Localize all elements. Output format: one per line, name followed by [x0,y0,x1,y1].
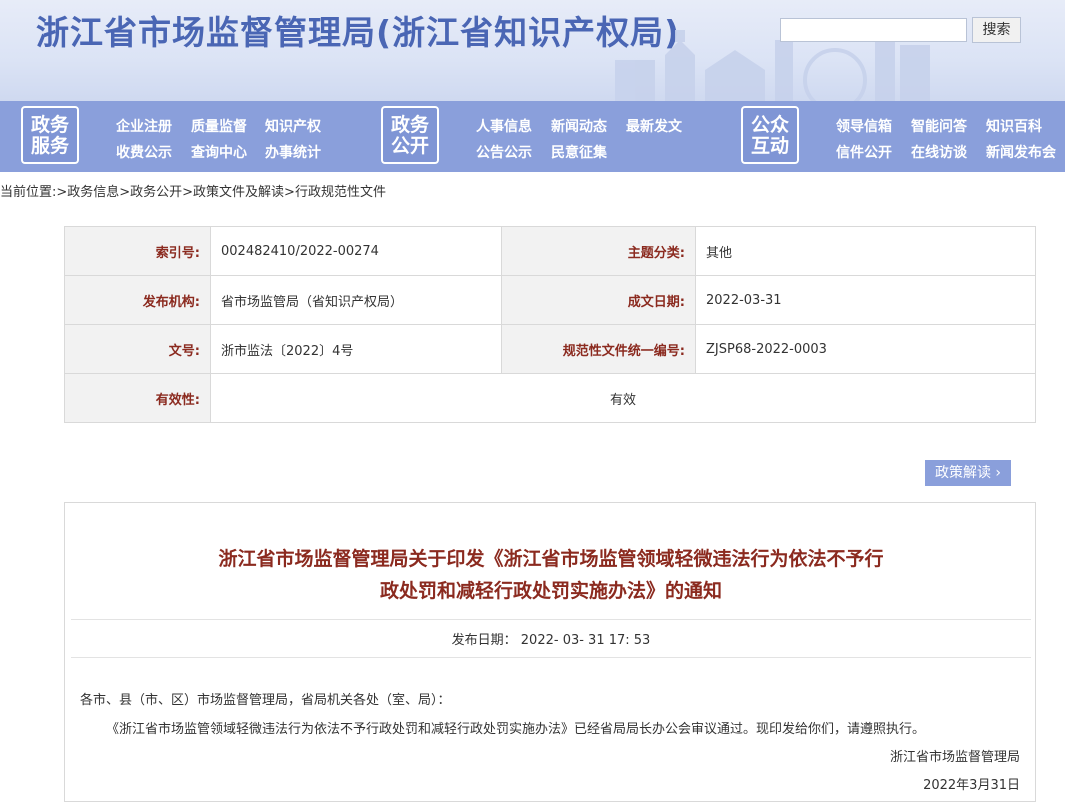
nav-link-quality-supervision[interactable]: 质量监督 [191,116,247,136]
nav-badge-services[interactable]: 政务 服务 [21,106,79,164]
document-info-table: 索引号: 002482410/2022-00274 主题分类: 其他 发布机构:… [64,226,1036,423]
article-title: 浙江省市场监督管理局关于印发《浙江省市场监管领域轻微违法行为依法不予行 政处罚和… [65,543,1037,607]
divider [71,619,1031,620]
nav-link-letters[interactable]: 信件公开 [836,142,892,162]
policy-interpretation-label: 政策解读 [934,465,991,481]
breadcrumb[interactable]: 当前位置:>政务信息>政务公开>政策文件及解读>行政规范性文件 [0,181,386,200]
nav-badge-interaction[interactable]: 公众 互动 [741,106,799,164]
nav-link-fee-disclosure[interactable]: 收费公示 [116,142,172,162]
nav-link-announcements[interactable]: 公告公示 [476,142,532,162]
search-input[interactable] [780,18,967,42]
article-sign-date: 2022年3月31日 [923,778,1020,793]
nav-link-smart-qa[interactable]: 智能问答 [911,116,967,136]
validity-value: 有效 [211,374,1035,422]
docno-label: 文号: [65,325,211,374]
nav-link-news[interactable]: 新闻动态 [551,116,607,136]
nav-link-knowledge[interactable]: 知识百科 [986,116,1042,136]
chevron-right-icon: › [995,465,1002,481]
nav-link-public-opinion[interactable]: 民意征集 [551,142,607,162]
badge-line: 政务 [30,114,69,136]
badge-line: 政务 [390,114,429,136]
policy-interpretation-button[interactable]: 政策解读 › [925,460,1011,486]
skyline-illustration [615,20,930,101]
nav-link-interviews[interactable]: 在线访谈 [911,142,967,162]
article-salutation: 各市、县（市、区）市场监督管理局，省局机关各处（室、局）： [80,693,451,708]
topic-value: 其他 [696,227,1035,276]
article-signature: 浙江省市场监督管理局 [889,750,1020,765]
org-value: 省市场监管局（省知识产权局） [211,276,502,325]
nav-link-personnel[interactable]: 人事信息 [476,116,532,136]
badge-line: 公众 [750,114,789,136]
index-value: 002482410/2022-00274 [211,227,502,276]
article-panel: 浙江省市场监督管理局关于印发《浙江省市场监管领域轻微违法行为依法不予行 政处罚和… [64,502,1036,802]
date-label: 成文日期: [502,276,696,325]
site-header: 浙江省市场监督管理局(浙江省知识产权局) 搜索 [0,0,1065,101]
badge-line: 互动 [750,135,789,157]
validity-label: 有效性: [65,374,211,422]
badge-line: 公开 [390,135,429,157]
code-label: 规范性文件统一编号: [502,325,696,374]
divider [71,657,1031,658]
nav-badge-disclosure[interactable]: 政务 公开 [381,106,439,164]
article-title-line: 浙江省市场监督管理局关于印发《浙江省市场监管领域轻微违法行为依法不予行 [218,548,884,570]
article-paragraph: 《浙江省市场监管领域轻微违法行为依法不予行政处罚和减轻行政处罚实施办法》已经省局… [106,722,926,737]
topic-label: 主题分类: [502,227,696,276]
index-label: 索引号: [65,227,211,276]
site-title: 浙江省市场监督管理局(浙江省知识产权局) [36,13,681,52]
code-value: ZJSP68-2022-0003 [696,325,1035,374]
search-button[interactable]: 搜索 [972,17,1021,43]
nav-link-service-stats[interactable]: 办事统计 [265,142,321,162]
nav-link-query-center[interactable]: 查询中心 [191,142,247,162]
badge-line: 服务 [30,135,69,157]
nav-link-enterprise-registration[interactable]: 企业注册 [116,116,172,136]
publish-date: 发布日期： 2022- 03- 31 17: 53 [451,633,651,648]
org-label: 发布机构: [65,276,211,325]
nav-link-press-conference[interactable]: 新闻发布会 [986,142,1056,162]
nav-link-latest-docs[interactable]: 最新发文 [626,116,682,136]
docno-value: 浙市监法〔2022〕4号 [211,325,502,374]
main-nav: 政务 服务 企业注册 质量监督 知识产权 收费公示 查询中心 办事统计 政务 公… [0,101,1065,172]
nav-link-leader-mailbox[interactable]: 领导信箱 [836,116,892,136]
article-title-line: 政处罚和减轻行政处罚实施办法》的通知 [379,580,722,602]
date-value: 2022-03-31 [696,276,1035,325]
nav-link-ip[interactable]: 知识产权 [265,116,321,136]
